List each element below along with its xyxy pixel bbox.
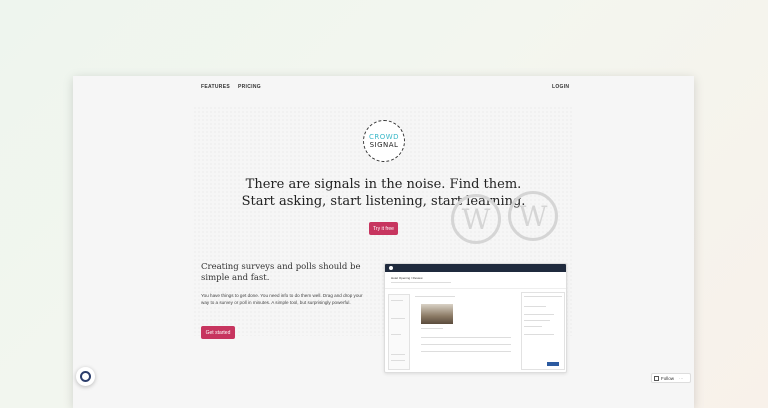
app-preview-right-panel bbox=[521, 292, 565, 370]
hero-line1: There are signals in the noise. Find the… bbox=[245, 177, 522, 192]
crowdsignal-logo[interactable]: CROWD SIGNAL bbox=[363, 120, 405, 162]
help-ring-icon bbox=[80, 371, 91, 382]
logo-line1: CROWD bbox=[368, 132, 400, 141]
nav-login-link[interactable]: LOGIN bbox=[552, 84, 569, 90]
follow-button[interactable]: Follow ··· bbox=[651, 373, 691, 383]
section-title: Creating surveys and polls should be sim… bbox=[201, 262, 361, 283]
follow-icon bbox=[654, 375, 659, 381]
app-preview-save-button bbox=[547, 362, 559, 366]
follow-label: Follow bbox=[661, 375, 675, 381]
top-nav: FEATURES PRICING LOGIN bbox=[73, 84, 694, 96]
app-preview-screenshot: Hotel Opening / Review bbox=[384, 263, 567, 373]
app-preview-topbar bbox=[385, 264, 566, 272]
app-preview-left-panel bbox=[388, 294, 410, 370]
app-preview-title: Hotel Opening / Review bbox=[391, 276, 423, 280]
nav-features-link[interactable]: FEATURES bbox=[201, 84, 230, 90]
more-options-icon[interactable]: ··· bbox=[679, 376, 684, 381]
logo-line2: SIGNAL bbox=[369, 140, 399, 149]
wordpress-logo-icon: W bbox=[508, 191, 558, 241]
browser-window: FEATURES PRICING LOGIN CROWD SIGNAL Ther… bbox=[73, 76, 694, 408]
section-body: You have things to get done. You need in… bbox=[201, 293, 363, 305]
help-chat-button[interactable] bbox=[76, 367, 95, 386]
get-started-button[interactable]: Get started bbox=[201, 326, 235, 339]
try-free-button[interactable]: Try it free bbox=[369, 222, 398, 235]
app-preview-image bbox=[421, 304, 453, 324]
nav-pricing-link[interactable]: PRICING bbox=[238, 84, 261, 90]
wordpress-logo-icon: W bbox=[451, 194, 501, 244]
